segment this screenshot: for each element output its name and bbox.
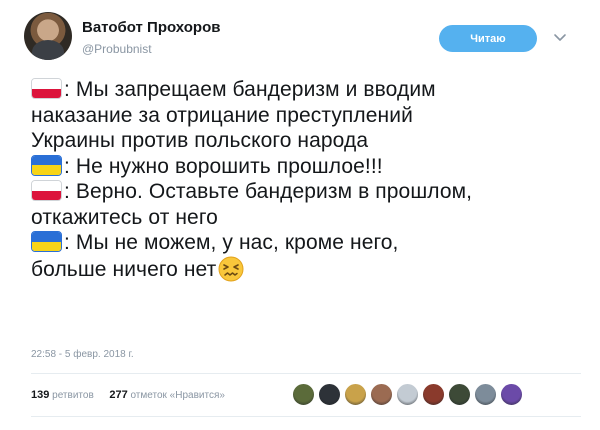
tweet-line: Украины против польского народа (31, 128, 586, 154)
tweet-line: : Верно. Оставьте бандеризм в прошлом, (31, 179, 586, 205)
tweet-line: больше ничего нет (31, 256, 586, 283)
tweet-line-text: откажитесь от него (31, 205, 218, 229)
likers-avatars (292, 383, 523, 407)
divider (31, 373, 581, 374)
liker-avatar[interactable] (344, 383, 367, 406)
liker-avatar[interactable] (448, 383, 471, 406)
liker-avatar[interactable] (292, 383, 315, 406)
tweet-line: наказание за отрицание преступлений (31, 103, 586, 129)
liker-avatar[interactable] (474, 383, 497, 406)
likes-count[interactable]: 277 (109, 389, 127, 401)
liker-avatar[interactable] (370, 383, 393, 406)
tweet-timestamp[interactable]: 22:58 - 5 февр. 2018 г. (31, 349, 134, 360)
ukraine-flag-icon (31, 154, 62, 176)
tweet-line-text: Украины против польского народа (31, 129, 369, 152)
user-handle[interactable]: @Probubnist (82, 42, 152, 56)
tweet-line: откажитесь от него (31, 205, 586, 231)
divider (31, 416, 581, 417)
poland-flag-icon (31, 180, 62, 201)
tweet-line-text: больше ничего нет (31, 257, 217, 281)
tweet-stats: 139 ретвитов 277 отметок «Нравится» (31, 389, 225, 401)
liker-avatar[interactable] (396, 383, 419, 406)
tweet-line-text: : Верно. Оставьте бандеризм в прошлом, (64, 180, 473, 203)
tweet-line: : Мы не можем, у нас, кроме него, (31, 230, 586, 256)
liker-avatar[interactable] (422, 383, 445, 406)
retweets-label[interactable]: ретвитов (52, 390, 94, 401)
tweet-line-text: : Не нужно ворошить прошлое!!! (64, 154, 383, 178)
user-avatar[interactable] (24, 12, 72, 60)
chevron-down-icon[interactable] (553, 30, 567, 44)
poland-flag-icon (31, 78, 62, 99)
confounded-face-emoji-icon (218, 256, 244, 281)
liker-avatar[interactable] (500, 383, 523, 406)
liker-avatar[interactable] (318, 383, 341, 406)
ukraine-flag-icon (31, 231, 62, 252)
likes-label[interactable]: отметок «Нравится» (130, 390, 224, 401)
tweet-line: : Не нужно ворошить прошлое!!! (31, 154, 586, 180)
tweet-text: : Мы запрещаем бандеризм и вводим наказан… (31, 77, 586, 282)
tweet-line-text: наказание за отрицание преступлений (31, 103, 413, 127)
tweet-line-text: : Мы не можем, у нас, кроме него, (64, 231, 399, 254)
tweet-line: : Мы запрещаем бандеризм и вводим (31, 77, 586, 103)
following-button[interactable]: Читаю (439, 25, 537, 52)
retweets-count[interactable]: 139 (31, 389, 49, 401)
tweet-line-text: : Мы запрещаем бандеризм и вводим (64, 78, 436, 101)
user-display-name[interactable]: Ватобот Прохоров (82, 19, 220, 36)
tweet-header: Ватобот Прохоров @Probubnist Читаю (24, 12, 584, 64)
